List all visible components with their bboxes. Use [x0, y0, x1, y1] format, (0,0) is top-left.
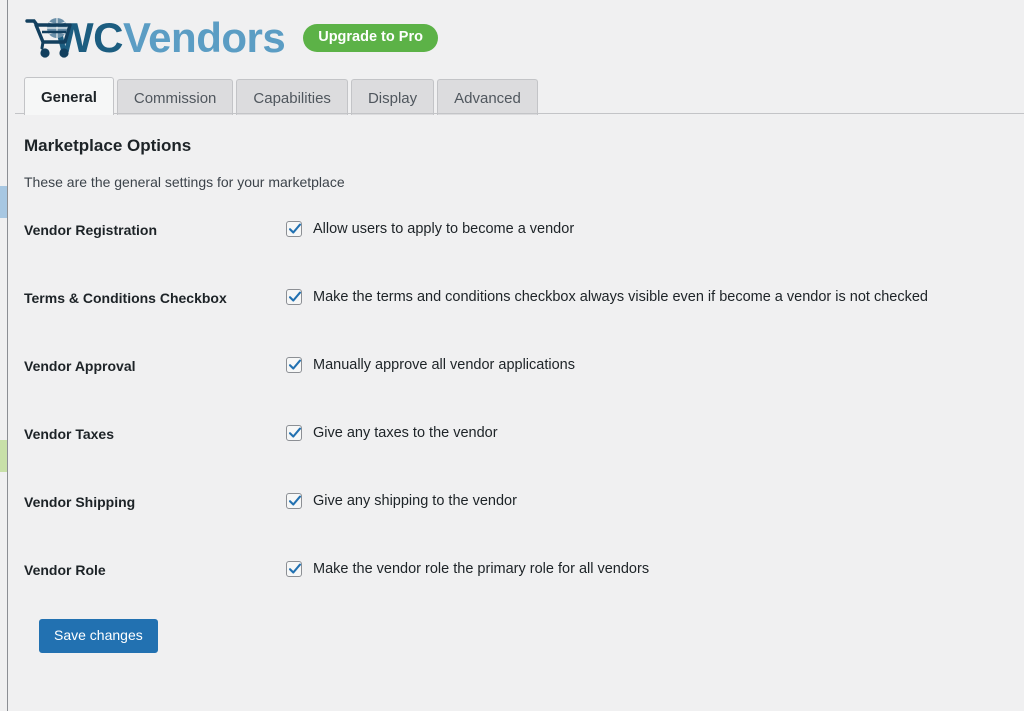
table-row: Vendor Shipping Give any shipping to the… [24, 492, 1009, 560]
submit-row: Save changes [24, 581, 1024, 654]
checkbox-row-vendor-taxes[interactable]: Give any taxes to the vendor [286, 424, 1009, 444]
table-row: Terms & Conditions Checkbox Make the ter… [24, 288, 1009, 356]
checkbox-label-vendor-registration: Allow users to apply to become a vendor [313, 221, 575, 237]
tab-commission[interactable]: Commission [116, 79, 234, 115]
checkbox-label-vendor-taxes: Give any taxes to the vendor [313, 425, 498, 441]
setting-label-vendor-registration: Vendor Registration [24, 222, 158, 238]
setting-field-vendor-taxes: Give any taxes to the vendor [286, 424, 1009, 492]
setting-field-terms-conditions-checkbox: Make the terms and conditions checkbox a… [286, 288, 1009, 356]
menu-accent-blue [0, 186, 7, 218]
tab-capabilities[interactable]: Capabilities [236, 79, 348, 115]
table-row: Vendor Approval Manually approve all ven… [24, 356, 1009, 424]
upgrade-to-pro-badge[interactable]: Upgrade to Pro [303, 24, 438, 52]
setting-field-vendor-shipping: Give any shipping to the vendor [286, 492, 1009, 560]
tab-advanced[interactable]: Advanced [437, 79, 538, 115]
settings-content: Marketplace Options These are the genera… [9, 114, 1024, 654]
checkbox-row-vendor-role[interactable]: Make the vendor role the primary role fo… [286, 560, 1009, 580]
checkbox-terms-conditions[interactable] [286, 289, 302, 305]
masthead: WCVendors Upgrade to Pro [9, 0, 1024, 62]
checkbox-label-vendor-role: Make the vendor role the primary role fo… [313, 561, 650, 577]
admin-menu-sliver[interactable] [0, 0, 8, 711]
settings-table: Vendor Registration Allow users to apply… [24, 220, 1009, 581]
setting-label-vendor-approval: Vendor Approval [24, 358, 136, 374]
setting-field-vendor-role: Make the vendor role the primary role fo… [286, 560, 1009, 581]
checkbox-row-vendor-registration[interactable]: Allow users to apply to become a vendor [286, 220, 1009, 240]
checkbox-vendor-shipping[interactable] [286, 493, 302, 509]
page-description: These are the general settings for your … [24, 174, 345, 190]
checkbox-vendor-role[interactable] [286, 561, 302, 577]
table-row: Vendor Role Make the vendor role the pri… [24, 560, 1009, 581]
tab-bar-divider [15, 113, 1024, 114]
setting-field-vendor-approval: Manually approve all vendor applications [286, 356, 1009, 424]
checkbox-row-vendor-shipping[interactable]: Give any shipping to the vendor [286, 492, 1009, 512]
save-changes-button[interactable]: Save changes [39, 619, 158, 654]
wordmark: WCVendors [54, 14, 286, 61]
checkbox-vendor-taxes[interactable] [286, 425, 302, 441]
menu-accent-green [0, 440, 7, 472]
checkbox-vendor-approval[interactable] [286, 357, 302, 373]
setting-label-vendor-shipping: Vendor Shipping [24, 494, 136, 510]
setting-field-vendor-registration: Allow users to apply to become a vendor [286, 220, 1009, 288]
settings-page: WCVendors Upgrade to Pro General Commiss… [9, 0, 1024, 711]
tab-general[interactable]: General [24, 77, 114, 115]
table-row: Vendor Registration Allow users to apply… [24, 220, 1009, 288]
setting-label-vendor-role: Vendor Role [24, 562, 106, 578]
setting-label-terms-conditions-checkbox: Terms & Conditions Checkbox [24, 290, 227, 306]
checkbox-label-vendor-approval: Manually approve all vendor applications [313, 357, 575, 373]
table-row: Vendor Taxes Give any taxes to the vendo… [24, 424, 1009, 492]
checkbox-label-terms-conditions: Make the terms and conditions checkbox a… [313, 289, 928, 305]
settings-tabs: General Commission Capabilities Display … [15, 74, 1024, 115]
checkbox-row-terms-conditions[interactable]: Make the terms and conditions checkbox a… [286, 288, 1009, 308]
tab-display[interactable]: Display [350, 79, 435, 115]
page-title: Marketplace Options [24, 136, 192, 155]
checkbox-row-vendor-approval[interactable]: Manually approve all vendor applications [286, 356, 1009, 376]
checkbox-vendor-registration[interactable] [286, 221, 302, 237]
wcvendors-logo: WCVendors [24, 14, 286, 61]
checkbox-label-vendor-shipping: Give any shipping to the vendor [313, 493, 517, 509]
shopping-cart-globe-icon [24, 15, 80, 61]
wordmark-vendors: Vendors [122, 14, 286, 61]
setting-label-vendor-taxes: Vendor Taxes [24, 426, 115, 442]
